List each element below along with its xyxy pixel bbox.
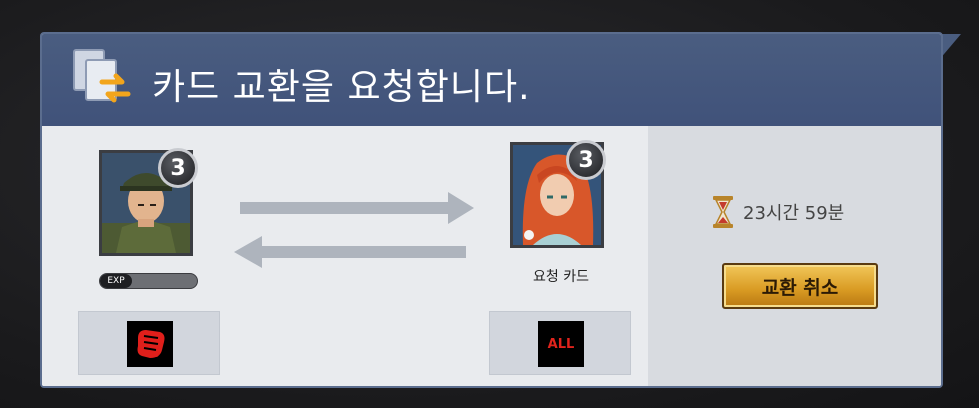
all-text: ALL: [547, 336, 575, 352]
timer-text: 23시간 59분: [743, 203, 845, 224]
exchange-arrows: [234, 192, 474, 268]
requested-card-label: 요청 카드: [533, 269, 589, 285]
arrow-left-icon: [234, 236, 466, 268]
remaining-time: 23시간 59분: [711, 196, 844, 228]
panel-header: 카드 교환을 요청합니다.: [42, 34, 941, 126]
fist-icon: [127, 321, 173, 367]
status-area: [648, 126, 941, 386]
cancel-exchange-button[interactable]: 교환 취소: [722, 263, 878, 309]
my-card-attribute-slot: [78, 311, 220, 375]
page-title: 카드 교환을 요청합니다.: [152, 67, 531, 108]
requested-card-level-badge: 3: [566, 140, 606, 180]
my-card-level-badge: 3: [158, 148, 198, 188]
hourglass-icon: [713, 196, 733, 228]
level-value: 3: [170, 155, 186, 181]
all-attribute-icon: ALL: [538, 321, 584, 367]
card-swap-icon: [73, 49, 131, 103]
arrow-right-icon: [240, 192, 474, 224]
level-value: 3: [578, 147, 594, 173]
exp-label: EXP: [100, 274, 132, 288]
requested-attribute-slot: ALL: [489, 311, 631, 375]
exp-bar: EXP: [99, 273, 198, 289]
